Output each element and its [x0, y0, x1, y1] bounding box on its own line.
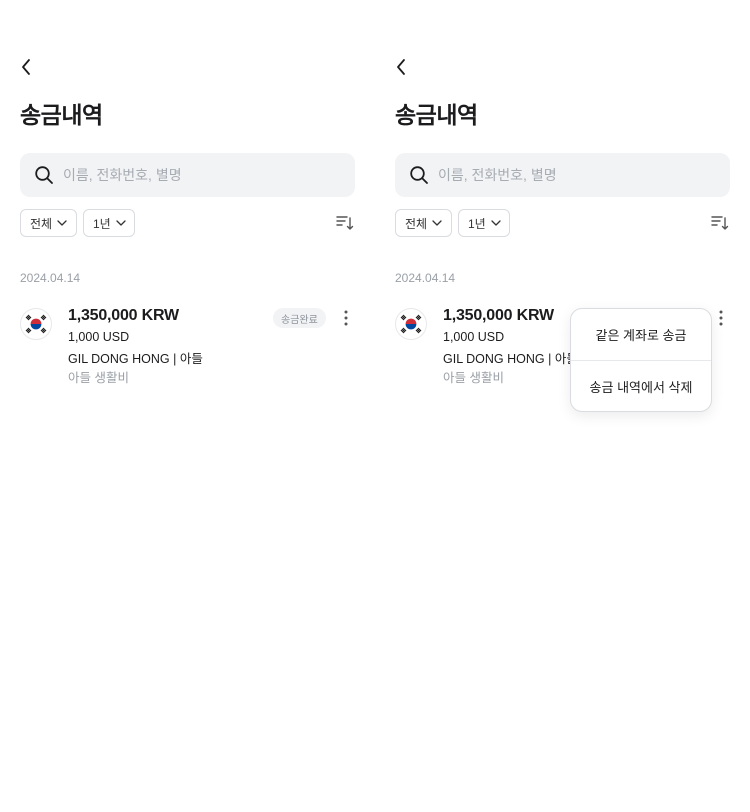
search-input[interactable]: [438, 167, 698, 183]
converted-amount: 1,000 USD: [68, 330, 130, 344]
filter-type-label: 전체: [30, 216, 53, 231]
south-korea-flag-icon: [395, 308, 427, 340]
chevron-left-icon: [397, 59, 405, 75]
chevron-down-icon: [116, 220, 126, 226]
back-button[interactable]: [14, 54, 38, 80]
history-screen-menu-open: 송금내역 전체 1년 2024.04.14: [375, 0, 750, 812]
filter-type-label: 전체: [405, 216, 428, 231]
sort-button[interactable]: [710, 213, 730, 233]
converted-amount: 1,000 USD: [443, 330, 505, 344]
context-menu: 같은 계좌로 송금 송금 내역에서 삭제: [570, 308, 712, 412]
search-bar[interactable]: [20, 153, 355, 197]
transfer-memo: 아들 생활비: [443, 371, 504, 385]
status-badge: 송금완료: [273, 308, 326, 328]
search-icon: [410, 166, 428, 184]
menu-item-delete-history[interactable]: 송금 내역에서 삭제: [571, 361, 711, 412]
chevron-down-icon: [432, 220, 442, 226]
filter-period-label: 1년: [93, 216, 111, 231]
south-korea-flag-icon: [20, 308, 52, 340]
more-options-button[interactable]: [711, 307, 731, 329]
filter-period-label: 1년: [468, 216, 486, 231]
date-group-header: 2024.04.14: [20, 271, 81, 285]
page-title: 송금내역: [20, 102, 103, 128]
transfer-amount: 1,350,000 KRW: [68, 307, 179, 324]
transfer-amount: 1,350,000 KRW: [443, 307, 554, 324]
more-vertical-icon: [344, 310, 348, 326]
filter-type-dropdown[interactable]: 전체: [20, 209, 77, 237]
page-title: 송금내역: [395, 102, 478, 128]
filter-period-dropdown[interactable]: 1년: [458, 209, 510, 237]
sort-icon: [336, 216, 354, 230]
chevron-down-icon: [491, 220, 501, 226]
more-options-button[interactable]: [336, 307, 356, 329]
sort-icon: [711, 216, 729, 230]
recipient-name: GIL DONG HONG | 아들: [443, 352, 578, 366]
transfer-memo: 아들 생활비: [68, 371, 129, 385]
transfer-list-item[interactable]: 1,350,000 KRW 1,000 USD GIL DONG HONG | …: [20, 305, 360, 385]
recipient-name: GIL DONG HONG | 아들: [68, 352, 203, 366]
chevron-left-icon: [22, 59, 30, 75]
search-input[interactable]: [63, 167, 323, 183]
chevron-down-icon: [57, 220, 67, 226]
filter-type-dropdown[interactable]: 전체: [395, 209, 452, 237]
date-group-header: 2024.04.14: [395, 271, 456, 285]
search-bar[interactable]: [395, 153, 730, 197]
menu-item-resend-same-account[interactable]: 같은 계좌로 송금: [571, 309, 711, 360]
filter-period-dropdown[interactable]: 1년: [83, 209, 135, 237]
back-button[interactable]: [389, 54, 413, 80]
more-vertical-icon: [719, 310, 723, 326]
history-screen-default: 송금내역 전체 1년 2024.04.14: [0, 0, 375, 812]
search-icon: [35, 166, 53, 184]
sort-button[interactable]: [335, 213, 355, 233]
